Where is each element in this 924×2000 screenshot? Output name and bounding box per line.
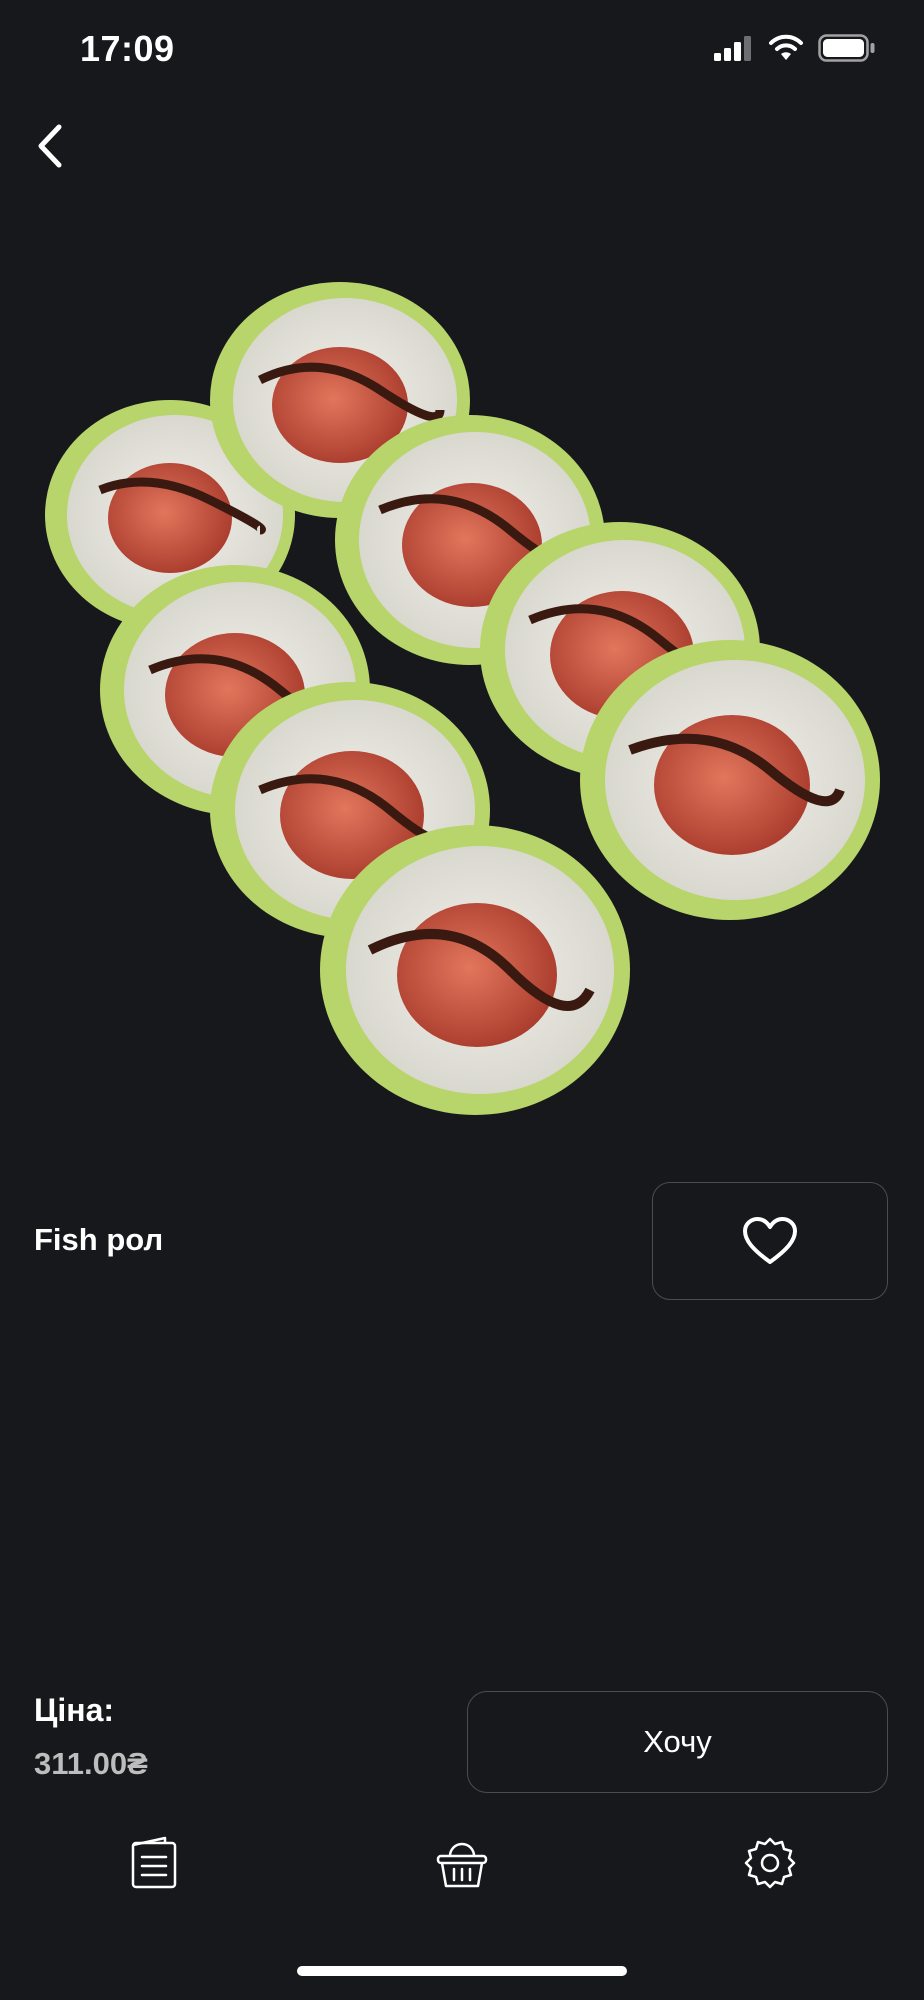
battery-icon xyxy=(818,34,875,62)
gear-icon xyxy=(744,1837,796,1889)
bottom-nav xyxy=(0,1818,924,1904)
status-icons xyxy=(714,34,876,62)
menu-document-icon xyxy=(131,1836,177,1889)
back-button[interactable] xyxy=(22,118,78,174)
heart-icon xyxy=(743,1217,797,1264)
status-time: 17:09 xyxy=(80,28,175,69)
price-value: 311.00₴ xyxy=(34,1746,148,1781)
nav-item-settings[interactable] xyxy=(735,1828,805,1898)
sushi-roll-image xyxy=(45,282,880,1115)
nav-item-menu[interactable] xyxy=(119,1828,189,1898)
home-indicator xyxy=(297,1966,627,1976)
nav-item-basket[interactable] xyxy=(427,1828,497,1898)
cellular-signal-icon xyxy=(714,36,751,61)
price-label: Ціна: xyxy=(34,1692,115,1728)
sushi-piece xyxy=(320,825,630,1115)
favorite-button[interactable] xyxy=(652,1182,888,1300)
status-bar: 17:09 xyxy=(0,0,924,100)
want-button[interactable]: Хочу xyxy=(467,1691,888,1793)
wifi-icon xyxy=(769,34,803,60)
basket-icon xyxy=(436,1842,488,1888)
chevron-left-icon xyxy=(38,124,62,168)
sushi-piece xyxy=(580,640,880,920)
product-name: Fish рол xyxy=(34,1222,164,1257)
